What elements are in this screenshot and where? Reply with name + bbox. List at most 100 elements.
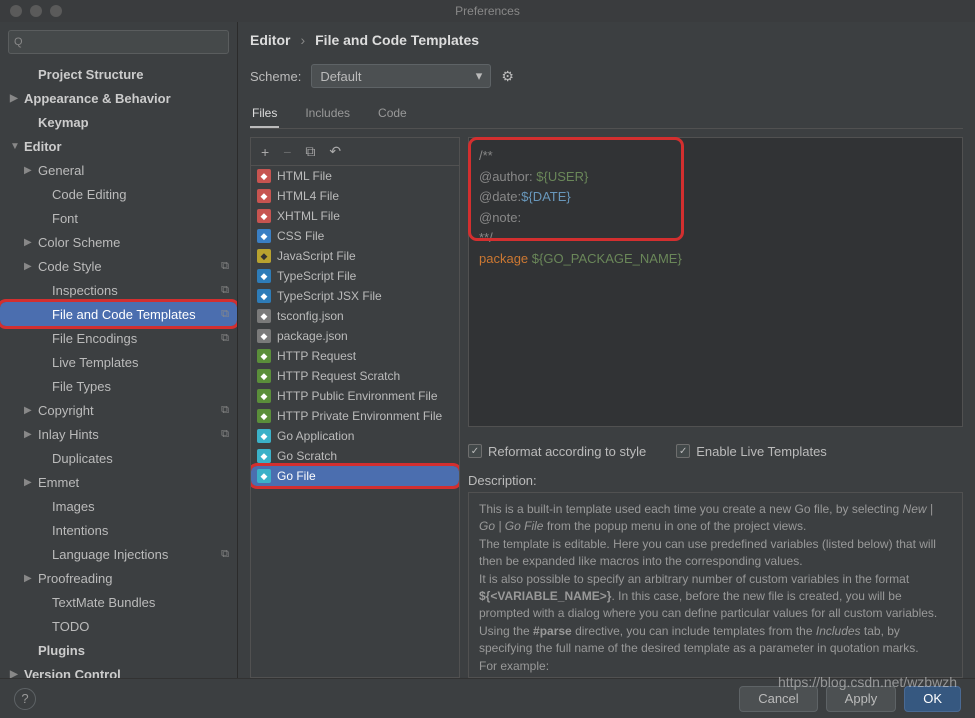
sidebar-item-label: Inspections: [52, 283, 221, 298]
template-item-package-json[interactable]: ◆package.json: [251, 326, 459, 346]
file-type-icon: ◆: [257, 449, 271, 463]
max-dot[interactable]: [50, 5, 62, 17]
tab-files[interactable]: Files: [250, 100, 279, 128]
tab-code[interactable]: Code: [376, 100, 409, 128]
window-controls[interactable]: [10, 5, 62, 17]
file-type-icon: ◆: [257, 429, 271, 443]
template-item-typescript-jsx-file[interactable]: ◆TypeScript JSX File: [251, 286, 459, 306]
sidebar-item-editor[interactable]: ▼Editor: [0, 134, 237, 158]
remove-icon[interactable]: −: [283, 144, 291, 160]
scope-icon: ⧉: [221, 428, 229, 441]
reformat-checkbox[interactable]: ✓ Reformat according to style: [468, 444, 646, 459]
template-code[interactable]: /** @author: ${USER} @date:${DATE} @note…: [468, 137, 963, 427]
sidebar-item-appearance-behavior[interactable]: ▶Appearance & Behavior: [0, 86, 237, 110]
cancel-button[interactable]: Cancel: [739, 686, 817, 712]
file-type-icon: ◆: [257, 469, 271, 483]
file-type-icon: ◆: [257, 209, 271, 223]
close-dot[interactable]: [10, 5, 22, 17]
help-button[interactable]: ?: [14, 688, 36, 710]
file-type-icon: ◆: [257, 189, 271, 203]
sidebar-item-emmet[interactable]: ▶Emmet: [0, 470, 237, 494]
template-item-go-scratch[interactable]: ◆Go Scratch: [251, 446, 459, 466]
template-item-go-file[interactable]: ◆Go File: [251, 466, 459, 486]
template-item-label: HTTP Request: [277, 349, 356, 363]
sidebar-item-code-editing[interactable]: Code Editing: [0, 182, 237, 206]
template-item-javascript-file[interactable]: ◆JavaScript File: [251, 246, 459, 266]
template-item-typescript-file[interactable]: ◆TypeScript File: [251, 266, 459, 286]
scheme-select[interactable]: Default ▾: [311, 64, 491, 88]
sidebar-item-label: Code Style: [38, 259, 221, 274]
template-item-css-file[interactable]: ◆ CSS File: [251, 226, 459, 246]
sidebar-item-label: Code Editing: [52, 187, 237, 202]
template-item-http-request-scratch[interactable]: ◆HTTP Request Scratch: [251, 366, 459, 386]
sidebar-item-inspections[interactable]: Inspections⧉: [0, 278, 237, 302]
sidebar-item-proofreading[interactable]: ▶Proofreading: [0, 566, 237, 590]
sidebar-item-font[interactable]: Font: [0, 206, 237, 230]
sidebar-item-label: Editor: [24, 139, 237, 154]
template-item-http-public-environment-file[interactable]: ◆HTTP Public Environment File: [251, 386, 459, 406]
sidebar-item-general[interactable]: ▶General: [0, 158, 237, 182]
sidebar-item-file-encodings[interactable]: File Encodings⧉: [0, 326, 237, 350]
template-item-http-request[interactable]: ◆HTTP Request: [251, 346, 459, 366]
sidebar-item-project-structure[interactable]: Project Structure: [0, 62, 237, 86]
template-item-tsconfig-json[interactable]: ◆tsconfig.json: [251, 306, 459, 326]
sidebar-item-label: Appearance & Behavior: [24, 91, 237, 106]
template-item-html4-file[interactable]: ◆HTML4 File: [251, 186, 459, 206]
sidebar-item-intentions[interactable]: Intentions: [0, 518, 237, 542]
sidebar-item-todo[interactable]: TODO: [0, 614, 237, 638]
sidebar-item-label: Language Injections: [52, 547, 221, 562]
sidebar-item-file-types[interactable]: File Types: [0, 374, 237, 398]
sidebar-item-textmate-bundles[interactable]: TextMate Bundles: [0, 590, 237, 614]
copy-icon[interactable]: ⧉: [305, 143, 315, 160]
options-row: ✓ Reformat according to style ✓ Enable L…: [468, 433, 963, 469]
template-item-xhtml-file[interactable]: ◆XHTML File: [251, 206, 459, 226]
sidebar-item-label: TODO: [52, 619, 237, 634]
sidebar-item-duplicates[interactable]: Duplicates: [0, 446, 237, 470]
sidebar-item-code-style[interactable]: ▶Code Style⧉: [0, 254, 237, 278]
template-item-http-private-environment-file[interactable]: ◆HTTP Private Environment File: [251, 406, 459, 426]
live-label: Enable Live Templates: [696, 444, 827, 459]
scope-icon: ⧉: [221, 548, 229, 561]
scope-icon: ⧉: [221, 308, 229, 321]
sidebar-item-copyright[interactable]: ▶Copyright⧉: [0, 398, 237, 422]
arrow-icon: ▶: [10, 669, 24, 679]
sidebar-item-file-and-code-templates[interactable]: File and Code Templates⧉: [0, 302, 237, 326]
template-item-label: CSS File: [277, 229, 324, 243]
sidebar-item-label: TextMate Bundles: [52, 595, 237, 610]
arrow-icon: ▼: [10, 141, 24, 152]
arrow-icon: ▶: [24, 405, 38, 416]
sidebar-item-label: Emmet: [38, 475, 237, 490]
add-icon[interactable]: +: [261, 144, 269, 160]
sidebar-item-version-control[interactable]: ▶Version Control: [0, 662, 237, 678]
search-container: Q: [8, 30, 229, 54]
live-templates-checkbox[interactable]: ✓ Enable Live Templates: [676, 444, 827, 459]
sidebar-item-language-injections[interactable]: Language Injections⧉: [0, 542, 237, 566]
ok-button[interactable]: OK: [904, 686, 961, 712]
sidebar-item-plugins[interactable]: Plugins: [0, 638, 237, 662]
scope-icon: ⧉: [221, 332, 229, 345]
sidebar-item-label: Duplicates: [52, 451, 237, 466]
search-input[interactable]: [8, 30, 229, 54]
crumb-editor[interactable]: Editor: [250, 32, 290, 48]
apply-button[interactable]: Apply: [826, 686, 897, 712]
template-item-html-file[interactable]: ◆HTML File: [251, 166, 459, 186]
tab-includes[interactable]: Includes: [303, 100, 352, 128]
file-type-icon: ◆: [257, 249, 271, 263]
file-type-icon: ◆: [257, 229, 271, 243]
template-item-go-application[interactable]: ◆Go Application: [251, 426, 459, 446]
sidebar-item-images[interactable]: Images: [0, 494, 237, 518]
sidebar-item-label: Copyright: [38, 403, 221, 418]
min-dot[interactable]: [30, 5, 42, 17]
sidebar-item-color-scheme[interactable]: ▶Color Scheme: [0, 230, 237, 254]
settings-tree: Project Structure▶Appearance & BehaviorK…: [0, 62, 237, 678]
file-type-icon: ◆: [257, 369, 271, 383]
sidebar-item-keymap[interactable]: Keymap: [0, 110, 237, 134]
sidebar-item-label: File Types: [52, 379, 237, 394]
file-type-icon: ◆: [257, 289, 271, 303]
gear-icon[interactable]: ⚙: [501, 68, 514, 85]
footer: ? Cancel Apply OK: [0, 678, 975, 718]
scheme-label: Scheme:: [250, 69, 301, 84]
sidebar-item-inlay-hints[interactable]: ▶Inlay Hints⧉: [0, 422, 237, 446]
undo-icon[interactable]: ↶: [329, 143, 341, 160]
sidebar-item-live-templates[interactable]: Live Templates: [0, 350, 237, 374]
